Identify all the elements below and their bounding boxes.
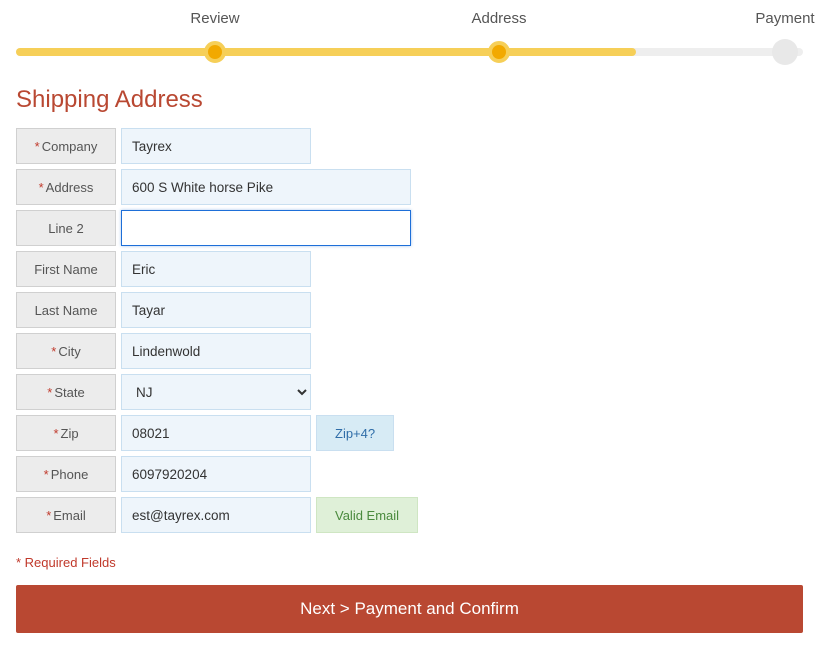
progress-step-review-label: Review [190, 10, 239, 27]
label-email: *Email [16, 497, 116, 533]
company-input[interactable] [121, 128, 311, 164]
progress-dot-address [488, 41, 510, 63]
state-select[interactable]: NJ [121, 374, 311, 410]
label-firstname: First Name [16, 251, 116, 287]
required-fields-note: * Required Fields [16, 555, 803, 570]
label-city: *City [16, 333, 116, 369]
city-input[interactable] [121, 333, 311, 369]
line2-input[interactable] [121, 210, 411, 246]
zip4-link[interactable]: Zip+4? [316, 415, 394, 451]
label-firstname-text: First Name [34, 262, 98, 277]
email-input[interactable] [121, 497, 311, 533]
next-button[interactable]: Next > Payment and Confirm [16, 585, 803, 633]
address-input[interactable] [121, 169, 411, 205]
zip-input[interactable] [121, 415, 311, 451]
progress-fill [16, 48, 636, 56]
page-title: Shipping Address [16, 86, 803, 114]
label-zip: *Zip [16, 415, 116, 451]
email-valid-badge: Valid Email [316, 497, 418, 533]
shipping-form: *Company *Address Line 2 First Name Last… [16, 128, 803, 533]
label-line2-text: Line 2 [48, 221, 83, 236]
label-state-text: State [54, 385, 84, 400]
lastname-input[interactable] [121, 292, 311, 328]
label-lastname: Last Name [16, 292, 116, 328]
progress-dot-review [204, 41, 226, 63]
progress-track [16, 48, 803, 56]
progress-step-payment-label: Payment [755, 10, 814, 27]
progress-step-address-label: Address [471, 10, 526, 27]
label-address-text: Address [46, 180, 94, 195]
label-phone-text: Phone [51, 467, 89, 482]
label-line2: Line 2 [16, 210, 116, 246]
label-zip-text: Zip [61, 426, 79, 441]
checkout-progress: Review Address Payment [16, 10, 803, 56]
label-lastname-text: Last Name [35, 303, 98, 318]
label-city-text: City [58, 344, 80, 359]
progress-dot-payment [772, 39, 798, 65]
label-email-text: Email [53, 508, 86, 523]
label-company: *Company [16, 128, 116, 164]
label-address: *Address [16, 169, 116, 205]
firstname-input[interactable] [121, 251, 311, 287]
phone-input[interactable] [121, 456, 311, 492]
label-company-text: Company [42, 139, 98, 154]
label-phone: *Phone [16, 456, 116, 492]
label-state: *State [16, 374, 116, 410]
